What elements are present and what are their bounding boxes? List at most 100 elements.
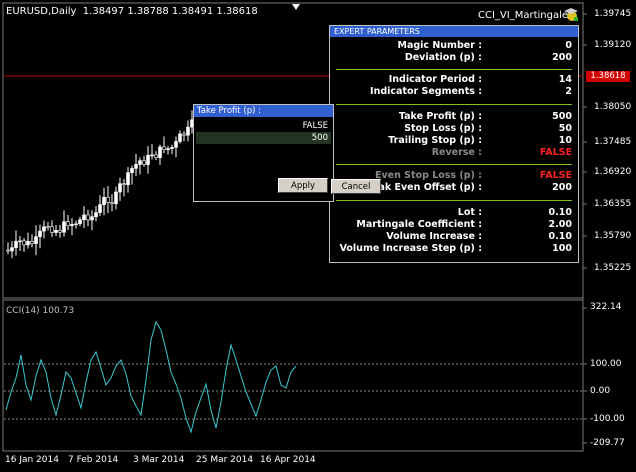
candle-body xyxy=(74,223,78,226)
candle-body xyxy=(30,240,34,244)
candle-body xyxy=(18,240,22,243)
candle-body xyxy=(50,226,54,233)
param-row[interactable]: Reverse : FALSE xyxy=(330,147,578,159)
candle-body xyxy=(86,214,90,221)
candle-body xyxy=(178,133,182,142)
param-row[interactable]: Take Profit (p) : 500 xyxy=(330,111,578,123)
param-label: Volume Increase Step (p) : xyxy=(339,243,482,254)
candle-body xyxy=(54,230,58,233)
param-row[interactable]: Volume Increase : 0.10 xyxy=(330,231,578,243)
price-axis-label: 1.39120 xyxy=(594,40,632,50)
price-axis-label: 1.35225 xyxy=(594,263,632,273)
candle-body xyxy=(126,172,130,186)
cci-title: CCI(14) 100.73 xyxy=(6,306,75,316)
param-row[interactable]: Deviation (p) : 200 xyxy=(330,52,578,64)
separator xyxy=(336,69,572,70)
param-label: eak Even Offset (p) : xyxy=(372,182,482,193)
candle-body xyxy=(34,236,38,244)
cancel-button[interactable]: Cancel xyxy=(331,179,381,194)
param-row[interactable]: Stop Loss (p) : 50 xyxy=(330,123,578,135)
candle-body xyxy=(94,212,98,217)
candle-body xyxy=(66,221,70,226)
cci-axis-label: 322.14 xyxy=(590,302,622,312)
symbol-info: EURUSD,Daily 1.38497 1.38788 1.38491 1.3… xyxy=(6,6,258,17)
panel-title: EXPERT PARAMETERS xyxy=(330,26,578,37)
candle-body xyxy=(162,146,166,150)
candle-body xyxy=(98,204,102,213)
candle-body xyxy=(10,247,14,252)
candle-body xyxy=(146,154,150,165)
param-value: 100 xyxy=(552,243,572,254)
date-axis-label: 25 Mar 2014 xyxy=(196,455,254,465)
price-axis-label: 1.35790 xyxy=(594,231,632,241)
graduation-cap-smiley-icon[interactable] xyxy=(563,6,579,22)
candle-body xyxy=(62,221,66,233)
candle-body xyxy=(58,230,62,233)
candle-body xyxy=(122,183,126,186)
param-value: 10 xyxy=(558,135,572,146)
dialog-title: Take Profit (p) : xyxy=(194,105,333,117)
separator xyxy=(336,200,572,201)
expert-parameters-panel: EXPERT PARAMETERS Magic Number : 0 Deviat… xyxy=(329,25,579,263)
param-label: Stop Loss (p) : xyxy=(404,123,482,134)
param-row[interactable]: Indicator Segments : 2 xyxy=(330,86,578,98)
separator xyxy=(336,164,572,165)
candle-body xyxy=(26,240,30,246)
param-row[interactable]: Lot : 0.10 xyxy=(330,207,578,219)
param-row[interactable]: Trailing Stop (p) : 10 xyxy=(330,135,578,147)
param-value: 0 xyxy=(565,40,572,51)
param-value: 2.00 xyxy=(548,219,572,230)
candle-body xyxy=(174,141,178,148)
param-label: Indicator Period : xyxy=(388,74,482,85)
candle-body xyxy=(78,219,82,225)
param-label: Indicator Segments : xyxy=(370,86,482,97)
expert-name: CCI_VI_Martingale xyxy=(478,10,569,21)
current-price-label: 1.38618 xyxy=(586,71,630,82)
apply-button[interactable]: Apply xyxy=(278,178,328,193)
param-row[interactable]: Martingale Coefficient : 2.00 xyxy=(330,219,578,231)
date-axis-label: 3 Mar 2014 xyxy=(133,455,185,465)
candle-body xyxy=(182,133,186,136)
param-value: 500 xyxy=(552,111,572,122)
separator xyxy=(336,104,572,105)
param-row[interactable]: Magic Number : 0 xyxy=(330,40,578,52)
candle-body xyxy=(170,147,174,149)
candle-body xyxy=(90,216,94,221)
triangle-down-icon[interactable] xyxy=(292,4,300,10)
param-value: 0.10 xyxy=(548,207,572,218)
candle-body xyxy=(142,160,146,165)
param-value: 2 xyxy=(565,86,572,97)
param-value: FALSE xyxy=(539,147,572,158)
param-label: Even Stop Loss (p) : xyxy=(374,170,482,181)
candle-body xyxy=(138,160,142,165)
candle-body xyxy=(110,202,114,205)
param-label: Martingale Coefficient : xyxy=(356,219,482,230)
date-axis-label: 16 Jan 2014 xyxy=(5,455,59,465)
param-value: 50 xyxy=(558,123,572,134)
dialog-option-selected[interactable]: 500 xyxy=(196,132,331,144)
price-axis-label: 1.37485 xyxy=(594,137,632,147)
candle-body xyxy=(130,168,134,173)
cci-axis-label: 100.00 xyxy=(590,359,622,369)
candle-body xyxy=(6,249,10,252)
price-axis-label: 1.39745 xyxy=(594,9,632,19)
date-axis-label: 16 Apr 2014 xyxy=(260,455,316,465)
candle-body xyxy=(134,164,138,169)
date-axis-label: 7 Feb 2014 xyxy=(68,455,119,465)
candle-body xyxy=(150,154,154,157)
cci-axis-label: -209.77 xyxy=(590,438,625,448)
param-value: 200 xyxy=(552,182,572,193)
cci-frame xyxy=(2,299,584,452)
candle-body xyxy=(14,240,18,248)
param-row[interactable]: Indicator Period : 14 xyxy=(330,74,578,86)
price-axis-label: 1.38050 xyxy=(594,102,632,112)
param-label: Deviation (p) : xyxy=(404,52,482,63)
candle-body xyxy=(22,240,26,246)
candle-body xyxy=(38,230,42,237)
dialog-option[interactable]: FALSE xyxy=(196,120,331,132)
param-label: Magic Number : xyxy=(397,40,482,51)
param-label: Lot : xyxy=(457,207,482,218)
param-row[interactable]: Volume Increase Step (p) : 100 xyxy=(330,243,578,255)
param-label: Reverse : xyxy=(431,147,482,158)
price-axis-label: 1.36920 xyxy=(594,167,632,177)
